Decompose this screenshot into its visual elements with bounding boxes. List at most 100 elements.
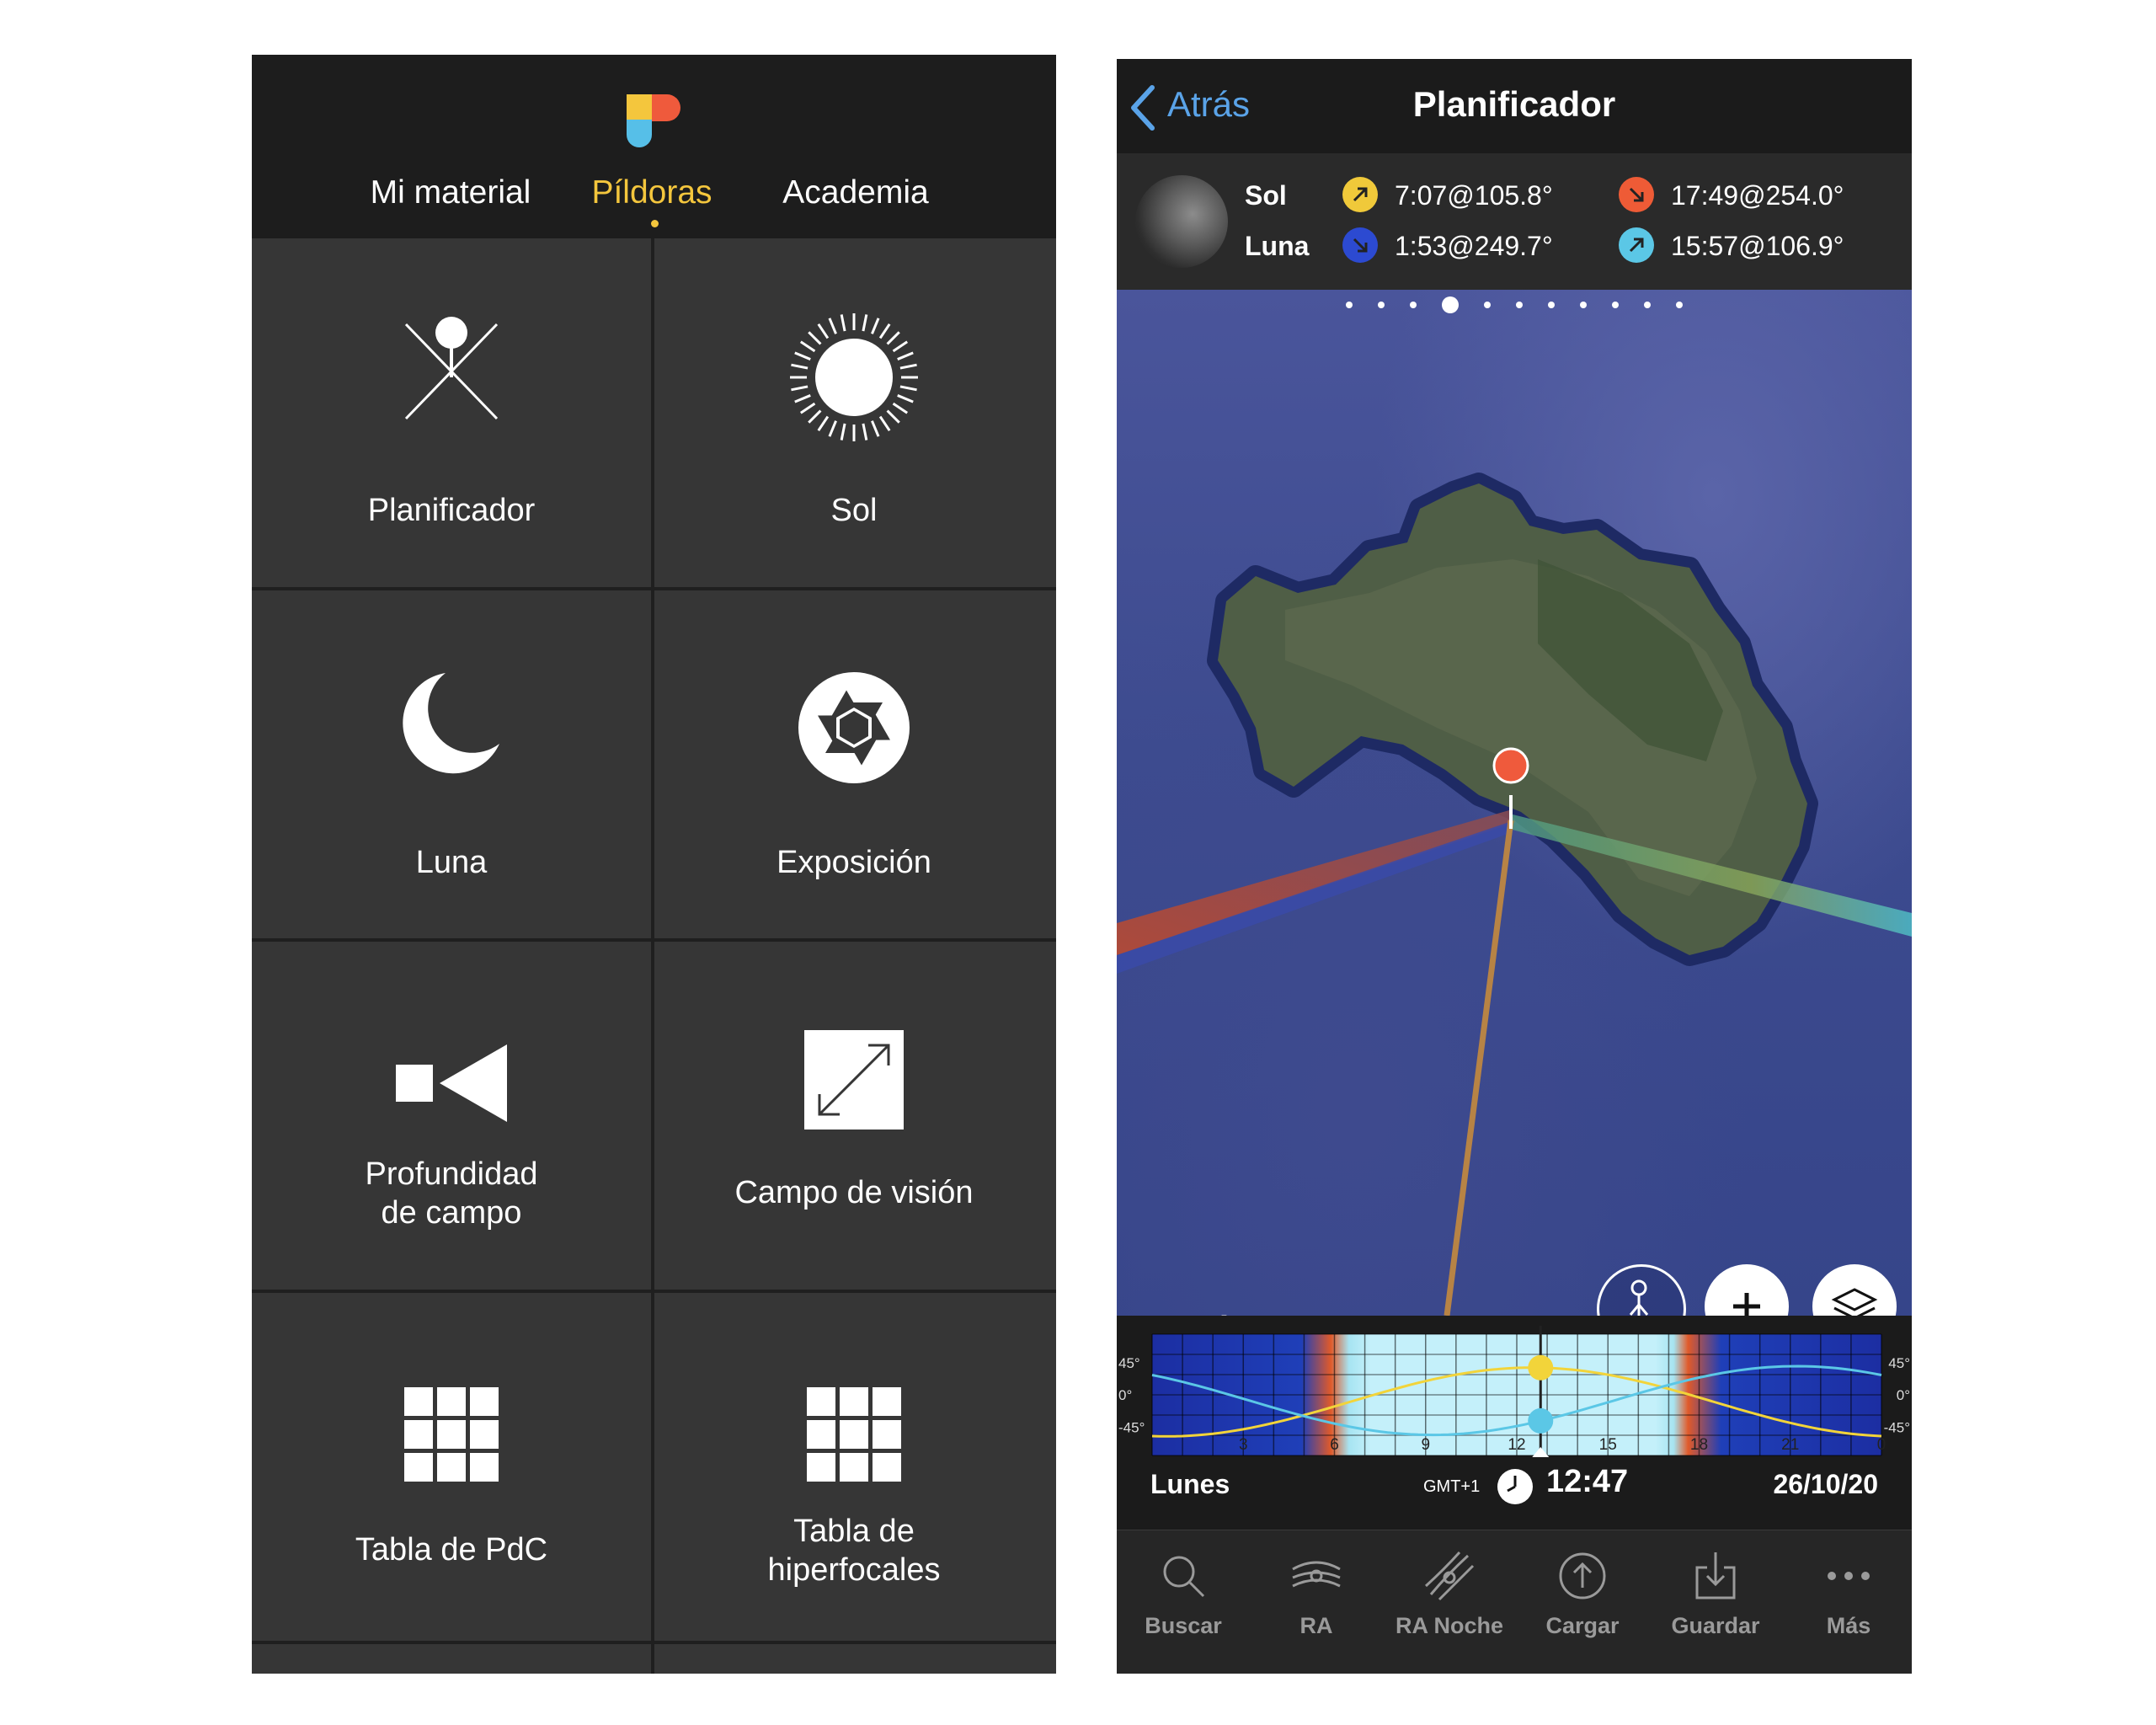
- tile-profundidad-de-campo[interactable]: Profundidad de campo: [252, 942, 651, 1292]
- hour-tick-label: 9: [1421, 1436, 1430, 1454]
- moonset-direction-line: [1117, 822, 1513, 974]
- moon-position-dot: [1528, 1407, 1554, 1434]
- moonrise-icon: [1619, 227, 1654, 263]
- sunset-direction-line: [1117, 810, 1516, 955]
- day-label: Lunes: [1150, 1469, 1230, 1499]
- navigation-bar: Atrás Planificador: [1117, 59, 1912, 153]
- tab-ra[interactable]: RA: [1250, 1530, 1383, 1674]
- hour-tick-label: 15: [1599, 1436, 1617, 1454]
- map-overlay: [1117, 473, 1912, 1316]
- sun-label: Sol: [1245, 180, 1287, 211]
- tab-label: Cargar: [1545, 1613, 1620, 1638]
- hour-tick-label: 0: [1877, 1436, 1886, 1454]
- altitude-tick-label: -45°: [1118, 1419, 1145, 1435]
- tile-label: Tabla de hiperfocales: [767, 1514, 941, 1588]
- date-label[interactable]: 26/10/20: [1773, 1469, 1878, 1500]
- altitude-tick-label: 45°: [1888, 1355, 1910, 1371]
- active-tab-indicator: [651, 220, 659, 227]
- tab-label: RA Noche: [1395, 1613, 1503, 1638]
- map-view[interactable]: Google: [1117, 290, 1912, 1316]
- tile-label: Luna: [415, 845, 488, 880]
- ar-night-icon: [1424, 1551, 1475, 1601]
- day-timeline[interactable]: 45° 45° 0° 0° -45° -45° 3 6 9 12 15 18 21 0 Lunes GMT…: [1117, 1316, 1912, 1509]
- photopills-menu-screen: Mi material Píldoras Academia Planificad…: [252, 55, 1056, 1674]
- tile-sol[interactable]: Sol: [654, 238, 1054, 589]
- moonset-value: 1:53@249.7°: [1395, 231, 1553, 261]
- tile-tabla-de-hiperfocales[interactable]: Tabla de hiperfocales: [654, 1293, 1054, 1643]
- map-layers-button[interactable]: [1812, 1264, 1897, 1316]
- field-of-view-icon: [804, 1030, 904, 1130]
- save-icon: [1695, 1552, 1736, 1599]
- ephemeris-panel[interactable]: Sol Luna 7:07@105.8° 17:49@254.0° 1:53@2…: [1117, 153, 1912, 290]
- tile-exposicion[interactable]: Exposición: [654, 590, 1054, 941]
- bottom-tab-bar: Buscar RA RA Noche Cargar Guardar Más: [1117, 1530, 1912, 1674]
- tab-label: RA: [1299, 1613, 1333, 1638]
- tab-cargar[interactable]: Cargar: [1516, 1530, 1649, 1674]
- moon-label: Luna: [1245, 231, 1310, 261]
- depth-of-field-icon: [396, 1044, 507, 1122]
- sunrise-icon: [1342, 177, 1378, 212]
- plus-icon: [1733, 1293, 1760, 1316]
- more-icon: [1828, 1572, 1870, 1580]
- tile-luna[interactable]: Luna: [252, 590, 651, 941]
- sun-position-dot: [1528, 1354, 1554, 1381]
- moonrise-value: 15:57@106.9°: [1671, 231, 1844, 261]
- tile-label: Exposición: [776, 845, 931, 880]
- tab-label: Guardar: [1671, 1613, 1760, 1638]
- tab-mas[interactable]: Más: [1782, 1530, 1912, 1674]
- sunset-value: 17:49@254.0°: [1671, 180, 1844, 211]
- altitude-tick-label: -45°: [1884, 1419, 1910, 1435]
- moon-phase-image: [1135, 175, 1228, 268]
- tile-label: Planificador: [367, 493, 536, 528]
- sunrise-value: 7:07@105.8°: [1395, 180, 1553, 211]
- planner-screen: Atrás Planificador Sol Luna 7:07@105.8° …: [1117, 59, 1912, 1674]
- timezone-label: GMT+1: [1423, 1477, 1481, 1496]
- hour-tick-label: 18: [1690, 1436, 1708, 1454]
- time-label[interactable]: 12:47: [1546, 1464, 1628, 1500]
- hour-tick-label: 21: [1781, 1436, 1799, 1454]
- tile-label: Sol: [830, 493, 878, 528]
- tab-label: Más: [1826, 1613, 1871, 1638]
- tab-buscar[interactable]: Buscar: [1117, 1530, 1250, 1674]
- top-bar: Mi material Píldoras Academia: [252, 55, 1056, 238]
- tile-label: Profundidad de campo: [365, 1156, 538, 1231]
- table-grid-icon: [404, 1387, 499, 1482]
- layers-icon: [1831, 1288, 1878, 1316]
- tab-mi-material[interactable]: Mi material: [371, 174, 531, 211]
- search-icon: [1163, 1556, 1205, 1598]
- location-pin: [1492, 747, 1529, 784]
- google-attribution: Google: [1127, 1309, 1249, 1316]
- tile-label: Tabla de PdC: [355, 1532, 548, 1567]
- pin-tools-button[interactable]: [1597, 1264, 1686, 1316]
- hour-tick-label: 6: [1330, 1436, 1339, 1454]
- aperture-icon: [798, 672, 910, 783]
- ar-icon: [1292, 1561, 1341, 1588]
- app-logo-icon: [627, 94, 680, 147]
- tab-academia[interactable]: Academia: [782, 174, 928, 211]
- planner-icon: [404, 317, 499, 420]
- tile-tabla-de-pdc[interactable]: Tabla de PdC: [252, 1293, 651, 1643]
- tile-planificador[interactable]: Planificador: [252, 238, 651, 589]
- tab-guardar[interactable]: Guardar: [1649, 1530, 1782, 1674]
- moon-icon: [403, 673, 499, 774]
- add-button[interactable]: [1705, 1264, 1789, 1316]
- tile-label: Campo de visión: [734, 1175, 974, 1210]
- table-grid-icon: [807, 1387, 901, 1482]
- sun-icon: [790, 313, 918, 441]
- altitude-chart[interactable]: 45° 45° 0° 0° -45° -45° 3 6 9 12 15 18 21 0: [1117, 1316, 1912, 1459]
- altitude-tick-label: 45°: [1118, 1355, 1140, 1371]
- tile-campo-de-vision[interactable]: Campo de visión: [654, 942, 1054, 1292]
- altitude-tick-label: 0°: [1897, 1387, 1910, 1403]
- sun-azimuth-line: [1444, 820, 1514, 1316]
- hour-tick-label: 12: [1508, 1436, 1525, 1454]
- altitude-tick-label: 0°: [1118, 1387, 1132, 1403]
- tab-pildoras[interactable]: Píldoras: [591, 174, 712, 211]
- page-title: Planificador: [1412, 84, 1616, 124]
- hour-tick-label: 3: [1239, 1436, 1248, 1454]
- clock-icon[interactable]: [1497, 1469, 1533, 1504]
- moonset-icon: [1342, 227, 1378, 263]
- upload-icon: [1559, 1552, 1606, 1599]
- pin-walk-icon: [1629, 1279, 1649, 1316]
- tab-ra-noche[interactable]: RA Noche: [1383, 1530, 1516, 1674]
- tab-label: Buscar: [1145, 1613, 1222, 1638]
